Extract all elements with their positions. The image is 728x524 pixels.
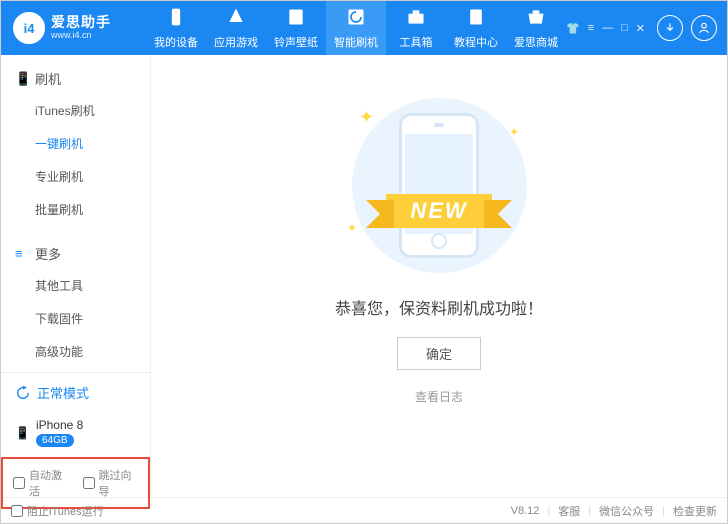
phone-graphic (399, 113, 479, 258)
app-icon (226, 7, 246, 32)
nav-label: 铃声壁纸 (274, 34, 318, 50)
status-link-support[interactable]: 客服 (558, 503, 580, 519)
nav-flash[interactable]: 智能刷机 (326, 1, 386, 55)
minimize-button[interactable]: — (602, 22, 613, 35)
checkbox-label: 阻止iTunes运行 (27, 503, 104, 519)
sidebar-item-pro-flash[interactable]: 专业刷机 (1, 160, 150, 193)
ok-button[interactable]: 确定 (397, 337, 481, 370)
mode-label: 正常模式 (37, 383, 89, 402)
sparkle-icon: ✦ (359, 107, 374, 128)
music-icon (286, 7, 306, 32)
device-row[interactable]: 📱 iPhone 8 64GB (1, 412, 150, 457)
sidebar-header-more[interactable]: ≡ 更多 (1, 238, 150, 269)
shop-icon (526, 7, 546, 32)
list-icon: ≡ (15, 246, 29, 261)
sidebar-header-flash[interactable]: 📱 刷机 (1, 63, 150, 94)
sparkle-icon: ✦ (509, 125, 519, 139)
flash-icon (346, 7, 366, 32)
nav-my-device[interactable]: 我的设备 (146, 1, 206, 55)
device-storage-badge: 64GB (36, 434, 74, 447)
sidebar-item-advanced[interactable]: 高级功能 (1, 335, 150, 368)
phone-icon: 📱 (15, 71, 29, 87)
nav-label: 智能刷机 (334, 34, 378, 50)
refresh-icon (15, 385, 31, 401)
main-content: ✦ ✦ ✦ NEW 恭喜您，保资料刷机成功啦！ 确定 查看日志 (151, 55, 727, 497)
checkbox-skip-guide[interactable]: 跳过向导 (83, 467, 139, 499)
sidebar-item-download-firmware[interactable]: 下载固件 (1, 302, 150, 335)
device-icon (166, 7, 186, 32)
titlebar: i4 爱思助手 www.i4.cn 我的设备 应用游戏 铃声壁纸 智能刷机 工具… (1, 1, 727, 55)
sidebar-header-label: 更多 (35, 244, 61, 263)
nav-apps[interactable]: 应用游戏 (206, 1, 266, 55)
congrats-text: 恭喜您，保资料刷机成功啦！ (335, 295, 543, 319)
maximize-button[interactable]: □ (621, 22, 628, 35)
toolbox-icon (406, 7, 426, 32)
sidebar: 📱 刷机 iTunes刷机 一键刷机 专业刷机 批量刷机 ≡ 更多 其他工具 下… (1, 55, 151, 497)
nav-label: 我的设备 (154, 34, 198, 50)
nav-label: 工具箱 (400, 34, 433, 50)
menu-icon[interactable]: ≡ (588, 22, 594, 35)
checkbox-auto-activate[interactable]: 自动激活 (13, 467, 69, 499)
new-ribbon: NEW (354, 187, 524, 235)
version-label: V8.12 (511, 505, 540, 517)
view-log-link[interactable]: 查看日志 (415, 388, 463, 405)
nav-label: 爱思商城 (514, 34, 558, 50)
brand-name: 爱思助手 (51, 15, 111, 30)
nav-tutorial[interactable]: 教程中心 (446, 1, 506, 55)
sidebar-item-oneclick-flash[interactable]: 一键刷机 (1, 127, 150, 160)
checkbox-label: 跳过向导 (99, 467, 139, 499)
top-nav: 我的设备 应用游戏 铃声壁纸 智能刷机 工具箱 教程中心 爱思商城 (146, 1, 566, 55)
nav-shop[interactable]: 爱思商城 (506, 1, 566, 55)
success-illustration: ✦ ✦ ✦ NEW (329, 95, 549, 275)
sidebar-header-label: 刷机 (35, 69, 61, 88)
status-link-update[interactable]: 检查更新 (673, 503, 717, 519)
nav-label: 教程中心 (454, 34, 498, 50)
title-right: 👕 ≡ — □ ✕ (566, 15, 727, 41)
phone-icon: 📱 (15, 426, 30, 440)
checkbox-label: 自动激活 (29, 467, 69, 499)
status-link-wechat[interactable]: 微信公众号 (599, 503, 654, 519)
user-button[interactable] (691, 15, 717, 41)
book-icon (466, 7, 486, 32)
download-button[interactable] (657, 15, 683, 41)
nav-toolbox[interactable]: 工具箱 (386, 1, 446, 55)
nav-ringtone[interactable]: 铃声壁纸 (266, 1, 326, 55)
logo-icon: i4 (13, 12, 45, 44)
sidebar-item-itunes-flash[interactable]: iTunes刷机 (1, 94, 150, 127)
tshirt-icon[interactable]: 👕 (566, 22, 580, 35)
highlighted-checks: 自动激活 跳过向导 (1, 457, 150, 509)
brand-url: www.i4.cn (51, 31, 111, 41)
mode-row[interactable]: 正常模式 (1, 373, 150, 412)
nav-label: 应用游戏 (214, 34, 258, 50)
sidebar-item-batch-flash[interactable]: 批量刷机 (1, 193, 150, 226)
logo-area: i4 爱思助手 www.i4.cn (1, 12, 146, 44)
device-name: iPhone 8 (36, 418, 83, 432)
checkbox-block-itunes[interactable]: 阻止iTunes运行 (11, 503, 104, 519)
sidebar-item-other-tools[interactable]: 其他工具 (1, 269, 150, 302)
close-button[interactable]: ✕ (636, 22, 645, 35)
